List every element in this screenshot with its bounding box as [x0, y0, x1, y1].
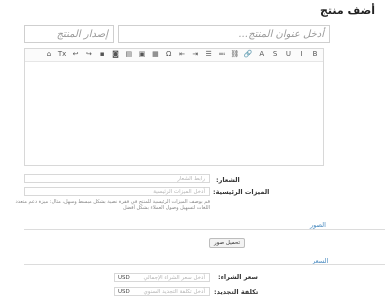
code-icon[interactable]: ⌂ — [45, 50, 53, 59]
editor-content-area[interactable] — [25, 62, 323, 165]
unlink-icon[interactable]: ⛓ — [230, 50, 239, 59]
camera-icon[interactable]: ◙ — [112, 50, 120, 59]
renewal-cost-currency: USD — [118, 289, 130, 295]
renewal-cost-input[interactable]: أدخل تكلفة التجديد السنوي USD — [114, 287, 210, 296]
link-icon[interactable]: 🔗 — [244, 50, 253, 59]
renewal-cost-label: تكلفة التجديد: — [214, 288, 259, 296]
upload-images-button[interactable]: تحميل صور — [209, 238, 246, 248]
renewal-cost-placeholder: أدخل تكلفة التجديد السنوي — [143, 288, 205, 295]
product-version-input[interactable]: إصدار المنتج — [24, 25, 114, 43]
clear-format-icon[interactable]: Tx — [58, 50, 66, 59]
product-title-input[interactable]: أدخل عنوان المنتج... — [118, 25, 330, 43]
logo-label: الشعار: — [216, 176, 240, 184]
page-title: أضف منتج — [319, 4, 375, 17]
bulleted-list-icon[interactable]: ☰ — [205, 50, 213, 59]
description-editor[interactable]: B I U S A 🔗 ⛓ ≔ ☰ ⇥ ⇤ Ω ▦ ▣ ▤ ◙ ▪ ↪ ↩ Tx ⌂ — [24, 48, 324, 166]
images-divider — [24, 229, 385, 230]
underline-icon[interactable]: U — [284, 50, 292, 59]
features-help-text: قم بوصف الميزات الرئيسية للمنتج في فقرة … — [15, 199, 210, 211]
font-color-icon[interactable]: A — [258, 50, 266, 59]
media-icon[interactable]: ▤ — [125, 50, 133, 59]
images-section-title: الصور — [310, 221, 326, 229]
features-input[interactable]: أدخل الميزات الرئيسية — [24, 187, 210, 196]
strikethrough-icon[interactable]: S — [271, 50, 279, 59]
source-icon[interactable]: ▪ — [98, 50, 106, 59]
outdent-icon[interactable]: ⇤ — [178, 50, 186, 59]
editor-toolbar: B I U S A 🔗 ⛓ ≔ ☰ ⇥ ⇤ Ω ▦ ▣ ▤ ◙ ▪ ↪ ↩ Tx ⌂ — [25, 49, 323, 62]
purchase-price-currency: USD — [118, 275, 130, 281]
indent-icon[interactable]: ⇥ — [191, 50, 199, 59]
table-icon[interactable]: ▦ — [151, 50, 159, 59]
numbered-list-icon[interactable]: ≔ — [218, 50, 226, 59]
special-char-icon[interactable]: Ω — [165, 50, 173, 59]
redo-icon[interactable]: ↪ — [85, 50, 93, 59]
logo-input[interactable]: رابط الشعار — [24, 174, 210, 183]
pricing-divider — [24, 264, 385, 265]
bold-icon[interactable]: B — [311, 50, 319, 59]
features-label: الميزات الرئيسية: — [213, 188, 270, 196]
italic-icon[interactable]: I — [298, 50, 306, 59]
purchase-price-input[interactable]: أدخل سعر الشراء الإجمالي USD — [114, 273, 210, 282]
undo-icon[interactable]: ↩ — [72, 50, 80, 59]
purchase-price-placeholder: أدخل سعر الشراء الإجمالي — [143, 274, 205, 281]
purchase-price-label: سعر الشراء: — [218, 273, 258, 281]
image-icon[interactable]: ▣ — [138, 50, 146, 59]
